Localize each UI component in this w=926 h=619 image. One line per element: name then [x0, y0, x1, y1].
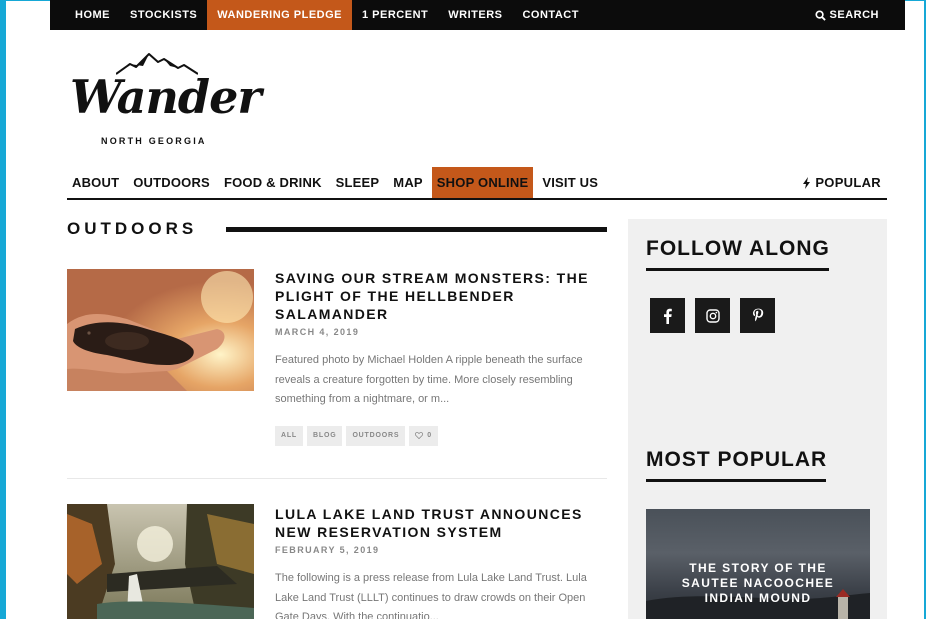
main-nav: ABOUT OUTDOORS FOOD & DRINK SLEEP MAP SH…: [67, 167, 887, 200]
top-nav-bar: HOME STOCKISTS WANDERING PLEDGE 1 PERCEN…: [50, 0, 905, 30]
article-divider: [67, 478, 607, 479]
article-excerpt: Featured photo by Michael Holden A rippl…: [275, 354, 583, 405]
search-icon: [815, 9, 826, 21]
topnav-contact[interactable]: CONTACT: [512, 0, 588, 30]
facebook-icon: [664, 308, 672, 324]
window-frame-left: [0, 0, 6, 619]
mainnav-about[interactable]: ABOUT: [67, 167, 124, 198]
article-date: FEBRUARY 5, 2019: [275, 545, 380, 555]
article-tags: ALL BLOG OUTDOORS 0: [275, 425, 605, 446]
heart-icon: [415, 432, 424, 439]
most-popular-title: MOST POPULAR: [646, 448, 828, 471]
lightning-icon: [803, 176, 811, 189]
hellbender-photo: [67, 269, 254, 391]
popular-label: POPULAR: [815, 175, 881, 190]
mainnav-map[interactable]: MAP: [388, 167, 428, 198]
logo-wordmark: Wander: [70, 70, 262, 124]
mainnav-shop-online[interactable]: SHOP ONLINE: [431, 167, 534, 198]
instagram-icon: [705, 308, 720, 323]
tag-blog[interactable]: BLOG: [307, 425, 343, 446]
topnav-1-percent[interactable]: 1 PERCENT: [352, 0, 438, 30]
article-body: SAVING OUR STREAM MONSTERS: THE PLIGHT O…: [275, 269, 605, 446]
article-excerpt: The following is a press release from Lu…: [275, 572, 587, 619]
site-logo[interactable]: Wander NORTH GEORGIA: [68, 50, 262, 150]
social-links: [650, 298, 775, 333]
instagram-button[interactable]: [695, 298, 730, 333]
search-label: SEARCH: [829, 9, 879, 21]
follow-along-title: FOLLOW ALONG: [646, 237, 830, 260]
popular-post-card[interactable]: THE STORY OF THE SAUTEE NACOOCHEE INDIAN…: [646, 509, 870, 619]
tag-all[interactable]: ALL: [275, 425, 304, 446]
sidebar: FOLLOW ALONG MOST POPULAR THE STORY OF T…: [628, 219, 887, 619]
search-button[interactable]: SEARCH: [815, 0, 879, 30]
topnav-writers[interactable]: WRITERS: [438, 0, 512, 30]
article-thumbnail[interactable]: [67, 504, 254, 619]
article-title[interactable]: LULA LAKE LAND TRUST ANNOUNCES NEW RESER…: [275, 505, 605, 541]
topnav-home[interactable]: HOME: [50, 0, 120, 30]
popular-link[interactable]: POPULAR: [802, 167, 881, 198]
topnav-stockists[interactable]: STOCKISTS: [120, 0, 207, 30]
tag-outdoors[interactable]: OUTDOORS: [346, 425, 406, 446]
article-body: LULA LAKE LAND TRUST ANNOUNCES NEW RESER…: [275, 505, 605, 619]
waterfall-photo: [67, 504, 254, 619]
section-rule: [226, 227, 607, 232]
mainnav-food-drink[interactable]: FOOD & DRINK: [219, 167, 327, 198]
mainnav-visit-us[interactable]: VISIT US: [537, 167, 603, 198]
like-count: 0: [427, 432, 432, 439]
logo-subtitle: NORTH GEORGIA: [101, 136, 207, 146]
like-button[interactable]: 0: [409, 425, 438, 446]
article-thumbnail[interactable]: [67, 269, 254, 391]
mainnav-sleep[interactable]: SLEEP: [331, 167, 385, 198]
pinterest-button[interactable]: [740, 298, 775, 333]
popular-post-title: THE STORY OF THE SAUTEE NACOOCHEE INDIAN…: [681, 561, 835, 605]
mainnav-outdoors[interactable]: OUTDOORS: [128, 167, 215, 198]
topnav-wandering-pledge[interactable]: WANDERING PLEDGE: [207, 0, 352, 30]
article-title[interactable]: SAVING OUR STREAM MONSTERS: THE PLIGHT O…: [275, 269, 605, 323]
article-date: MARCH 4, 2019: [275, 327, 360, 337]
follow-along-rule: [646, 268, 829, 271]
pinterest-icon: [752, 308, 763, 321]
section-title: OUTDOORS: [67, 219, 198, 238]
most-popular-rule: [646, 479, 826, 482]
facebook-button[interactable]: [650, 298, 685, 333]
